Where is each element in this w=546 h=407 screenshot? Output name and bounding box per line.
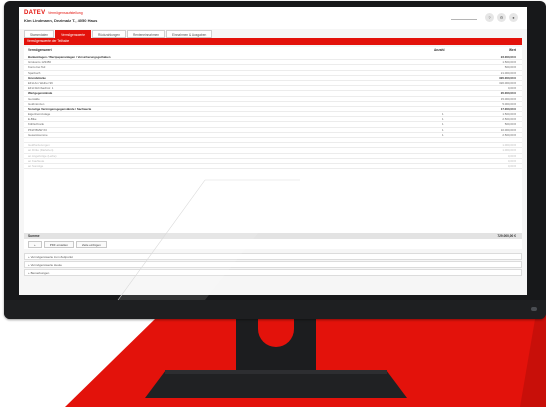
- section-header[interactable]: Vermögenswerte der Teilhabe: [24, 38, 522, 45]
- create-pdf-button[interactable]: PDF erstellen: [43, 241, 74, 248]
- monitor-stand-base: [145, 370, 407, 398]
- row-value: 0,00 €: [507, 163, 516, 168]
- monitor-chin: [4, 300, 546, 319]
- column-header-qty: Anzahl: [434, 48, 445, 52]
- row-name: an Sonstige: [28, 163, 44, 168]
- monitor-stand-base-highlight: [165, 370, 387, 374]
- tab-renteneinnahmen[interactable]: Renteneinnahmen: [126, 30, 166, 38]
- asset-table: Vermögenswert Anzahl Wert Bankeinlagen /…: [24, 47, 522, 249]
- tab-bar: Stammdaten Vermögenswerte Rückzahlungen …: [24, 30, 213, 38]
- brand-logo[interactable]: DATEV: [24, 10, 45, 16]
- table-sum-row: Summe 729.000,00 €: [24, 233, 522, 239]
- column-header-value: Wert: [508, 48, 516, 52]
- table-body: Bankeinlagen / Wertpapieranlagen / Versi…: [24, 55, 522, 170]
- power-indicator-icon: [531, 307, 537, 311]
- search-input[interactable]: [451, 15, 477, 20]
- client-name: Kim Lindmann, Dezimalz T., 4050 Haus: [24, 18, 98, 23]
- column-header-name: Vermögenswert: [28, 48, 52, 52]
- tab-einnahmen-ausgaben[interactable]: Einnahmen & Ausgaben: [166, 30, 213, 38]
- table-actions: + PDF erstellen Zeile einfügen: [28, 241, 107, 248]
- accordion-assets-today[interactable]: + Vermögenswerte Heute: [24, 261, 522, 268]
- app-header: DATEV Vermögensaufstellung Kim Lindmann,…: [19, 7, 527, 29]
- user-icon[interactable]: ●: [509, 13, 518, 22]
- accordion-assets-date[interactable]: + Vermögenswerte zum Zeitpunkt: [24, 253, 522, 260]
- tab-vermoegenswerte[interactable]: Vermögenswerte: [55, 30, 91, 38]
- gear-icon[interactable]: ⚙: [497, 13, 506, 22]
- accordion-remarks[interactable]: + Bemerkungen: [24, 269, 522, 276]
- monitor-screen: DATEV Vermögensaufstellung Kim Lindmann,…: [19, 7, 527, 295]
- sum-value: 729.000,00 €: [497, 234, 516, 238]
- question-icon[interactable]: ?: [485, 13, 494, 22]
- add-row-button[interactable]: +: [28, 241, 42, 248]
- tab-rueckzahlungen[interactable]: Rückzahlungen: [92, 30, 126, 38]
- table-row[interactable]: an Sonstige 0,00 €: [24, 163, 522, 170]
- insert-row-button[interactable]: Zeile einfügen: [75, 241, 107, 248]
- app-title: Vermögensaufstellung: [48, 11, 83, 15]
- table-header: Vermögenswert Anzahl Wert: [24, 47, 522, 54]
- tab-stammdaten[interactable]: Stammdaten: [24, 30, 55, 38]
- sum-label: Summe: [28, 234, 40, 238]
